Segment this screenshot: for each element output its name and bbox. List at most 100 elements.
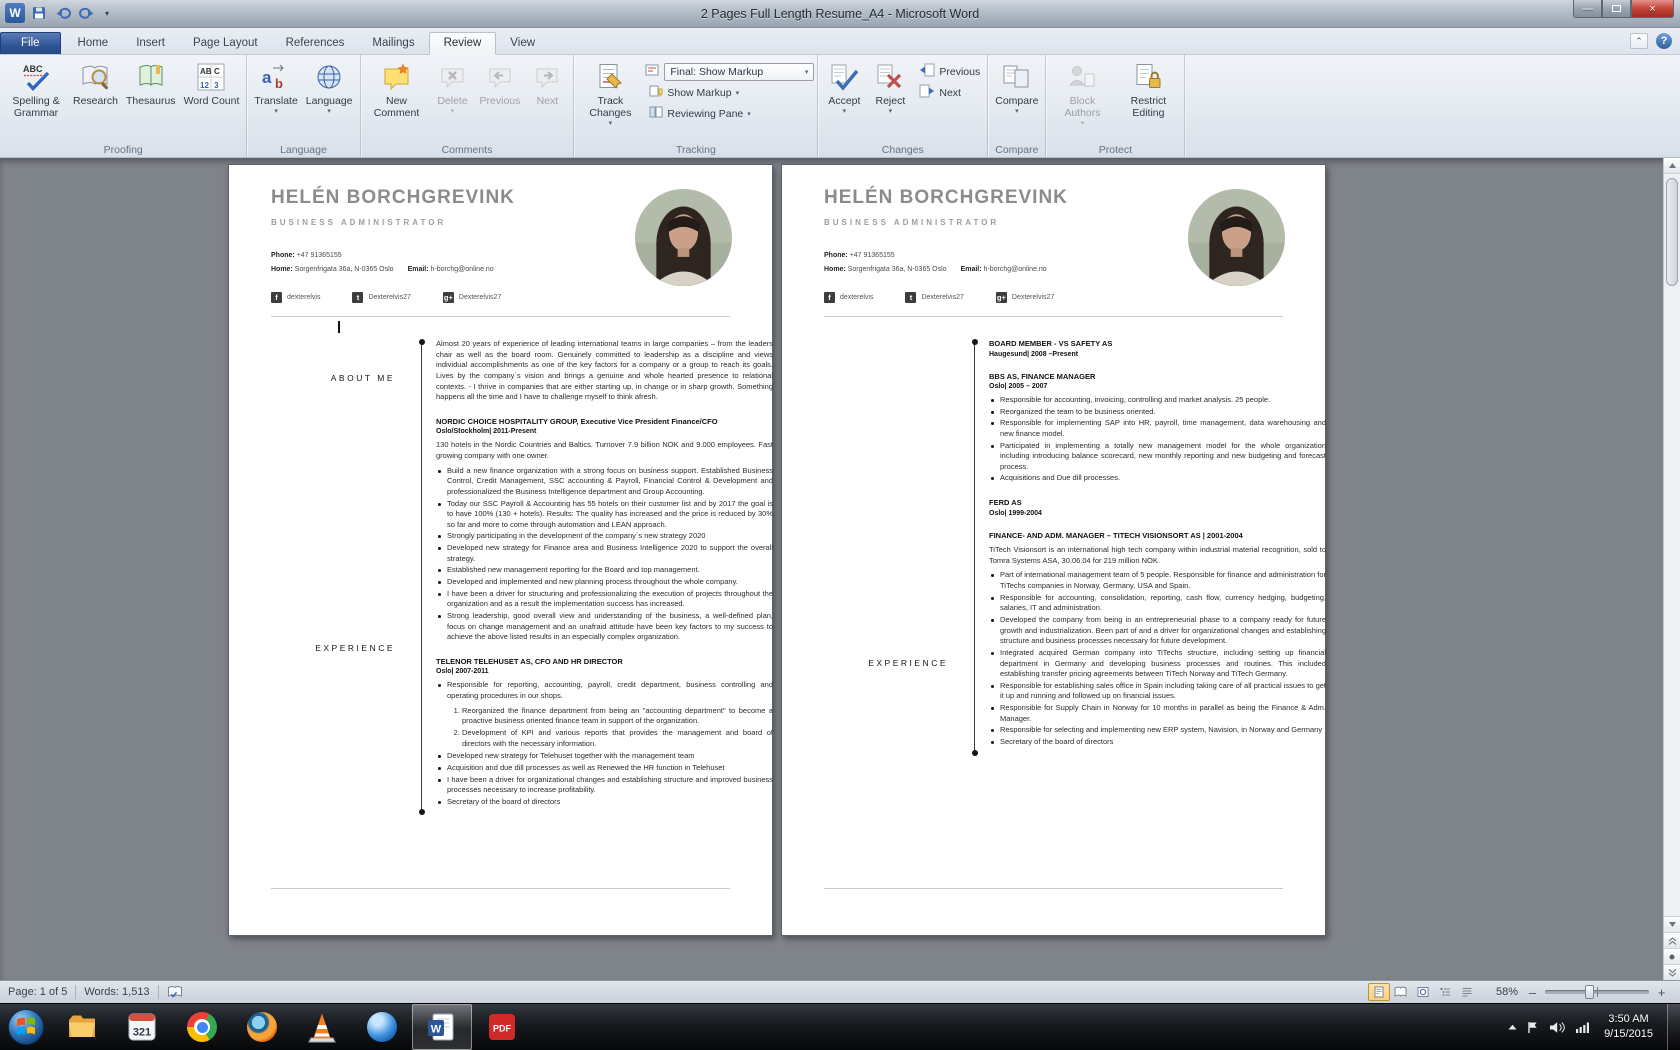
spelling-grammar-button[interactable]: ABC Spelling & Grammar	[3, 58, 69, 119]
taskbar-vlc-button[interactable]	[292, 1004, 352, 1050]
volume-icon[interactable]	[1549, 1021, 1565, 1034]
language-group-label: Language	[247, 144, 359, 156]
zoom-in-button[interactable]: +	[1655, 986, 1668, 999]
vertical-scrollbar[interactable]	[1663, 158, 1680, 980]
profile-photo[interactable]	[635, 189, 732, 286]
restrict-editing-button[interactable]: Restrict Editing	[1115, 58, 1181, 119]
tab-insert[interactable]: Insert	[122, 33, 179, 54]
start-button[interactable]	[0, 1004, 52, 1050]
timer-321-icon: 321	[126, 1011, 158, 1043]
word-count-button[interactable]: AB12C3 Word Count	[180, 58, 244, 107]
zoom-out-button[interactable]: –	[1526, 986, 1539, 999]
scroll-up-button[interactable]	[1664, 158, 1680, 174]
google-plus-link[interactable]: g+Dexterelvis27	[996, 292, 1054, 303]
block-authors-button[interactable]: Block Authors ▾	[1049, 58, 1115, 127]
taskbar-word-button[interactable]: W	[412, 1004, 472, 1050]
bullet-item: Participated in implementing a totally n…	[989, 441, 1326, 473]
tab-home[interactable]: Home	[64, 33, 123, 54]
draft-view-button[interactable]	[1456, 983, 1478, 1001]
svg-text:a: a	[262, 68, 272, 87]
word-count-indicator[interactable]: Words: 1,513	[76, 981, 157, 1003]
facebook-link[interactable]: fdexterelvis	[824, 292, 873, 303]
taskbar-clock[interactable]: 3:50 AM 9/15/2015	[1604, 1012, 1653, 1042]
taskbar-pdf-button[interactable]: PDF	[472, 1004, 532, 1050]
zoom-slider[interactable]	[1545, 990, 1649, 994]
outline-view-button[interactable]	[1434, 983, 1456, 1001]
taskbar-explorer-button[interactable]	[52, 1004, 112, 1050]
reviewing-pane-button[interactable]: Reviewing Pane ▾	[645, 103, 814, 124]
reject-icon	[875, 61, 905, 93]
show-desktop-button[interactable]	[1667, 1004, 1680, 1050]
blue-app-icon	[367, 1012, 397, 1042]
help-button[interactable]: ?	[1656, 33, 1672, 49]
action-center-icon[interactable]	[1527, 1021, 1539, 1034]
document-page-1[interactable]: HELÉN BORCHGREVINK BUSINESS ADMINISTRATO…	[228, 164, 773, 936]
previous-change-icon	[919, 63, 935, 80]
job-entry: FERD AS Oslo| 1999-2004	[989, 498, 1326, 517]
track-changes-button[interactable]: Track Changes ▾	[577, 58, 643, 127]
full-screen-reading-view-button[interactable]	[1390, 983, 1412, 1001]
timeline-dot-bottom	[972, 750, 978, 756]
network-icon[interactable]	[1575, 1021, 1590, 1033]
taskbar-chrome-button[interactable]	[172, 1004, 232, 1050]
scrollbar-thumb[interactable]	[1666, 178, 1678, 286]
tab-references[interactable]: References	[272, 33, 359, 54]
facebook-link[interactable]: fdexterelvis	[271, 292, 320, 303]
web-layout-view-button[interactable]	[1412, 983, 1434, 1001]
tab-mailings[interactable]: Mailings	[358, 33, 428, 54]
taskbar-blue-app-button[interactable]	[352, 1004, 412, 1050]
facebook-icon: f	[271, 292, 282, 303]
minimize-button[interactable]: —	[1573, 0, 1602, 18]
delete-comment-button[interactable]: Delete ▾	[430, 58, 476, 115]
language-button[interactable]: Language ▾	[302, 58, 357, 115]
next-comment-button[interactable]: Next	[524, 58, 570, 107]
bullet-item: Secretary of the board of directors	[989, 737, 1326, 748]
previous-comment-button[interactable]: Previous	[476, 58, 525, 107]
next-page-button[interactable]	[1664, 964, 1680, 980]
previous-page-button[interactable]	[1664, 932, 1680, 948]
previous-change-button[interactable]: Previous	[915, 61, 984, 82]
show-hidden-icons-button[interactable]	[1508, 1024, 1517, 1030]
display-for-review-combo[interactable]: Final: Show Markup ▾	[664, 63, 814, 81]
show-markup-button[interactable]: Show Markup ▾	[645, 82, 814, 103]
scroll-down-button[interactable]	[1664, 916, 1680, 932]
ribbon: ABC Spelling & Grammar Research Thesauru…	[0, 55, 1680, 158]
accept-button[interactable]: Accept ▾	[821, 58, 867, 115]
taskbar-timer-button[interactable]: 321	[112, 1004, 172, 1050]
research-button[interactable]: Research	[69, 58, 122, 107]
twitter-link[interactable]: tDexterelvis27	[352, 292, 410, 303]
profile-photo[interactable]	[1188, 189, 1285, 286]
translate-button[interactable]: ab Translate ▾	[250, 58, 301, 115]
document-page-2[interactable]: HELÉN BORCHGREVINK BUSINESS ADMINISTRATO…	[781, 164, 1326, 936]
compare-button[interactable]: Compare ▾	[991, 58, 1042, 115]
zoom-slider-thumb[interactable]	[1585, 985, 1594, 999]
full-screen-reading-icon	[1394, 986, 1407, 998]
close-button[interactable]: ×	[1631, 0, 1674, 18]
tab-review[interactable]: Review	[429, 32, 497, 55]
print-layout-view-button[interactable]	[1368, 983, 1390, 1001]
tab-file[interactable]: File	[0, 32, 61, 54]
bullet-item: Acquisitions and Due dill processes.	[989, 473, 1326, 484]
collapse-ribbon-button[interactable]: ⌃	[1630, 33, 1648, 49]
tab-view[interactable]: View	[496, 33, 549, 54]
maximize-button[interactable]	[1602, 0, 1631, 18]
reject-button[interactable]: Reject ▾	[867, 58, 913, 115]
track-changes-dropdown-arrow: ▾	[609, 120, 613, 127]
taskbar-firefox-button[interactable]	[232, 1004, 292, 1050]
tab-page-layout[interactable]: Page Layout	[179, 33, 272, 54]
explorer-folder-icon	[66, 1011, 98, 1043]
header-divider	[271, 316, 730, 317]
new-comment-button[interactable]: New Comment	[364, 58, 430, 119]
zoom-level[interactable]: 58%	[1488, 986, 1526, 998]
proofing-status-button[interactable]	[159, 981, 191, 1003]
next-change-button[interactable]: Next	[915, 82, 984, 103]
outline-icon	[1439, 986, 1451, 998]
thesaurus-button[interactable]: Thesaurus	[122, 58, 180, 107]
page-indicator[interactable]: Page: 1 of 5	[0, 981, 75, 1003]
status-bar-right: 58% – +	[1368, 981, 1680, 1003]
bullet-item: Secretary of the board of directors	[436, 797, 773, 808]
select-browse-object-button[interactable]	[1664, 948, 1680, 964]
twitter-link[interactable]: tDexterelvis27	[905, 292, 963, 303]
proofing-group-label: Proofing	[0, 144, 246, 156]
google-plus-link[interactable]: g+Dexterelvis27	[443, 292, 501, 303]
